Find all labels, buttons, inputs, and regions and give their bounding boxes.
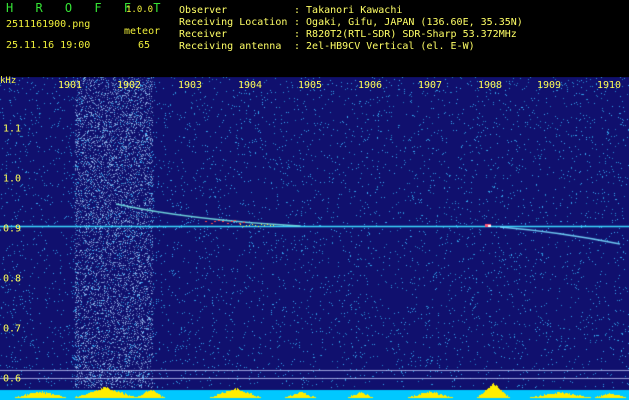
x-tick-label: 1901	[57, 80, 83, 91]
y-tick-label: 0.7	[3, 323, 22, 335]
image-filename: 2511161900.png	[6, 19, 91, 30]
x-tick-label: 1910	[596, 80, 622, 91]
x-tick-label: 1908	[477, 80, 503, 91]
info-label-location: Receiving Location	[179, 17, 288, 28]
info-label-observer: Observer	[179, 5, 228, 16]
info-value-antenna: : 2el-HB9CV Vertical (el. E-W)	[294, 41, 475, 52]
y-tick-label: 1.0	[3, 173, 22, 185]
detection-count: 65	[138, 40, 151, 51]
x-tick-label: 1909	[536, 80, 562, 91]
y-tick-label: 0.8	[3, 273, 22, 285]
x-tick-label: 1905	[297, 80, 323, 91]
x-tick-label: 1903	[177, 80, 203, 91]
x-tick-label: 1902	[116, 80, 142, 91]
header-panel: H R O F F T 1.0.0 2511161900.png 25.11.1…	[0, 0, 629, 77]
timestamp: 25.11.16 19:00	[6, 40, 91, 51]
x-tick-label: 1906	[357, 80, 383, 91]
x-tick-label: 1904	[237, 80, 263, 91]
info-label-receiver: Receiver	[179, 29, 228, 40]
info-value-receiver: : R820T2(RTL-SDR) SDR-Sharp 53.372MHz	[294, 29, 517, 40]
y-tick-label: 0.6	[3, 373, 22, 385]
info-value-location: : Ogaki, Gifu, JAPAN (136.60E, 35.35N)	[294, 17, 523, 28]
detection-label: meteor	[124, 26, 161, 37]
x-tick-label: 1907	[417, 80, 443, 91]
y-tick-label: 1.1	[3, 123, 22, 135]
info-label-antenna: Receiving antenna	[179, 41, 282, 52]
app-version: 1.0.0	[126, 5, 154, 15]
info-value-observer: : Takanori Kawachi	[294, 5, 403, 16]
y-axis-unit: kHz	[0, 76, 17, 86]
y-tick-label: 0.9	[3, 223, 22, 235]
